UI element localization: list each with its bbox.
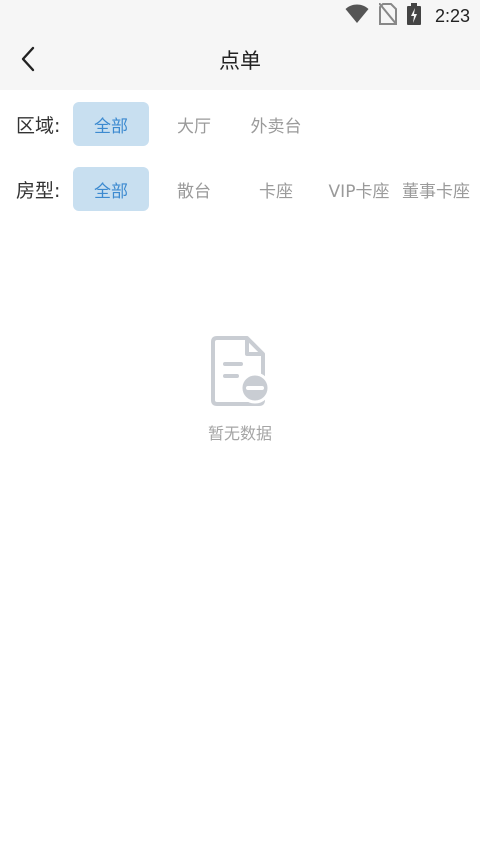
- status-time: 2:23: [434, 5, 470, 26]
- back-button[interactable]: [8, 40, 50, 82]
- page-title: 点单: [219, 49, 261, 73]
- empty-document-icon: [211, 336, 271, 410]
- chevron-left-icon: [18, 45, 40, 77]
- status-icons: 2:23: [345, 2, 470, 29]
- status-bar: 2:23: [0, 0, 480, 32]
- room-type-chip-all[interactable]: 全部: [73, 167, 149, 211]
- no-sim-icon: [378, 2, 398, 29]
- room-type-chip-open-table[interactable]: 散台: [156, 167, 232, 211]
- battery-charging-icon: [406, 3, 421, 29]
- room-type-filter-label: 房型:: [16, 179, 61, 202]
- app-header: 点单: [0, 32, 480, 90]
- wifi-icon: [345, 4, 369, 28]
- area-filter-label: 区域:: [16, 114, 61, 137]
- area-chip-hall[interactable]: 大厅: [156, 102, 232, 146]
- room-type-chip-booth[interactable]: 卡座: [238, 167, 314, 211]
- empty-state-text: 暂无数据: [207, 424, 272, 443]
- order-screen: 2:23 点单 区域: 全部 大厅 外卖台 房型: 全部 散台 卡座 VIP卡座…: [0, 0, 480, 853]
- area-filter-row: 区域: 全部 大厅 外卖台: [0, 101, 480, 147]
- room-type-chip-director-booth[interactable]: 董事卡座: [402, 167, 480, 211]
- empty-state: 暂无数据: [0, 336, 480, 444]
- area-chip-takeout[interactable]: 外卖台: [238, 102, 314, 146]
- area-chip-all[interactable]: 全部: [73, 102, 149, 146]
- room-type-chip-vip-booth[interactable]: VIP卡座: [322, 167, 396, 211]
- room-type-filter-row: 房型: 全部 散台 卡座 VIP卡座 董事卡座: [0, 166, 480, 212]
